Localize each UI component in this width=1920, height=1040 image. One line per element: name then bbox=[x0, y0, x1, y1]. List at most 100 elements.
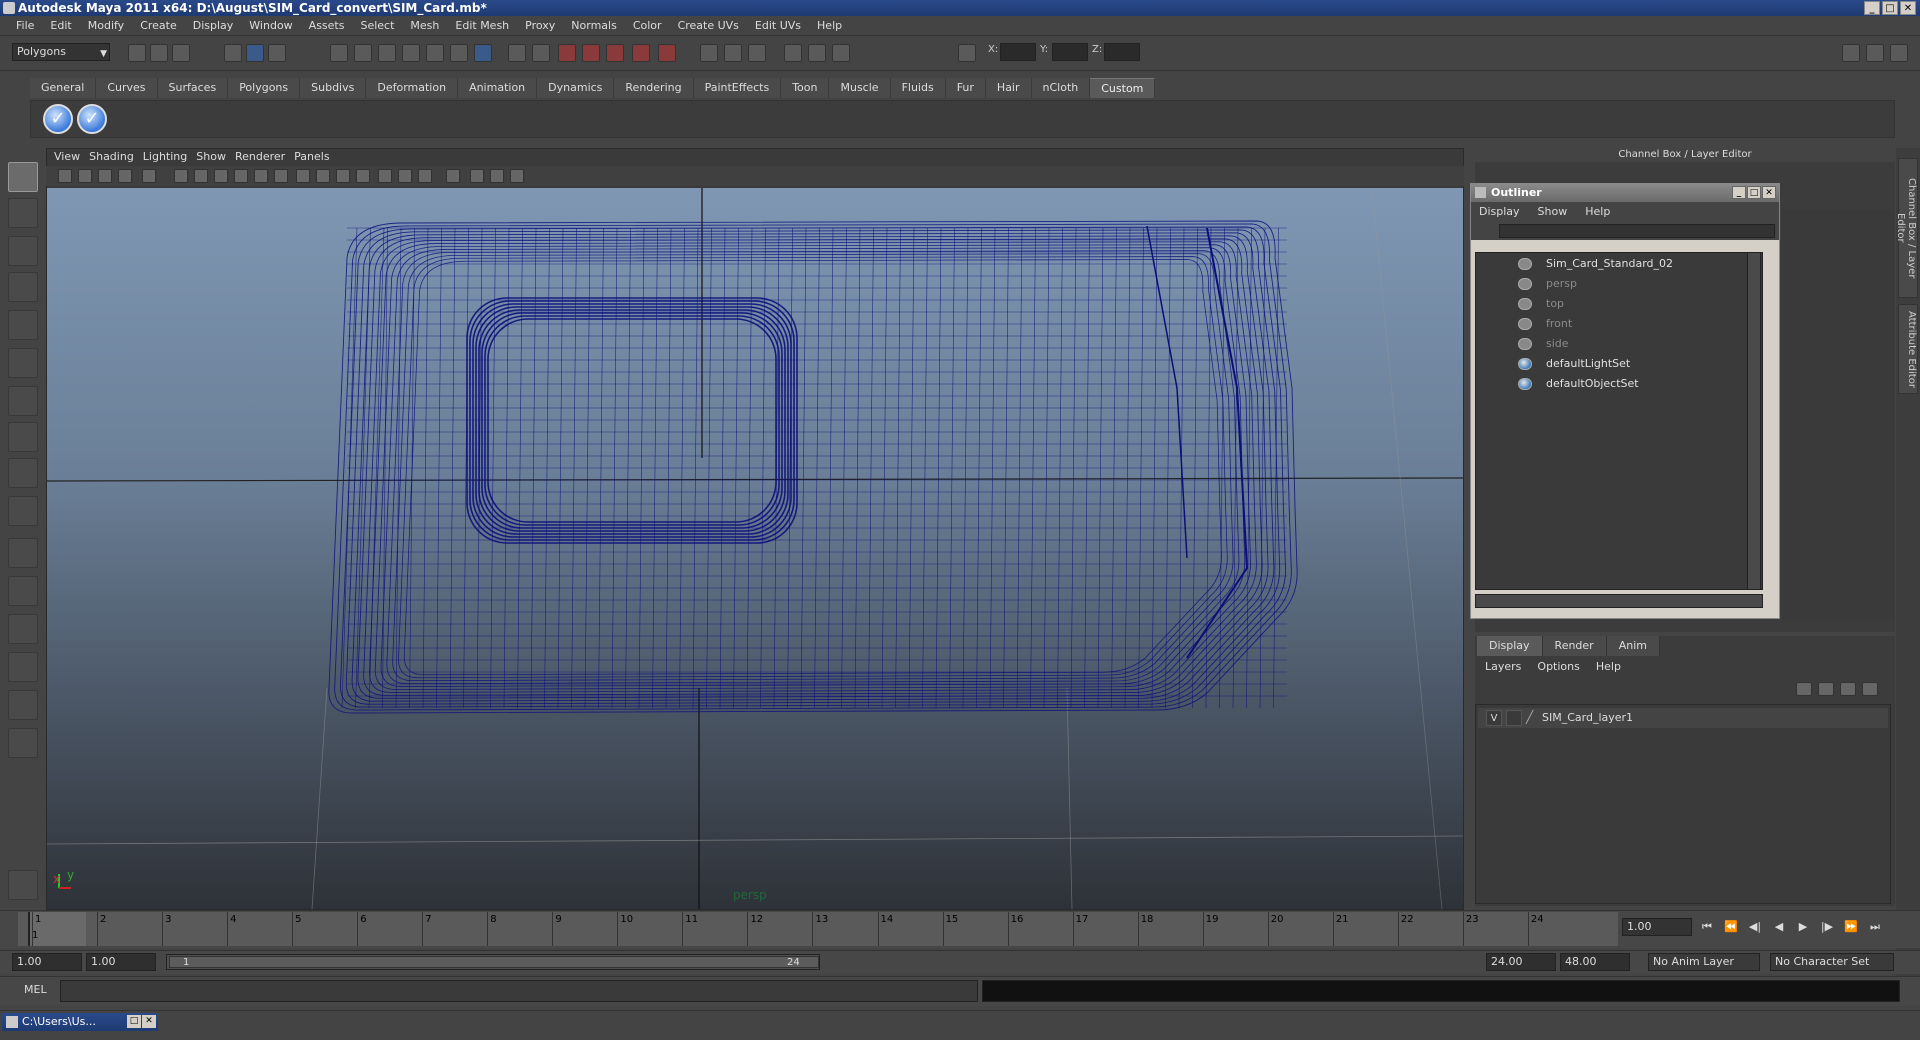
shelf-tab-custom[interactable]: Custom bbox=[1090, 78, 1156, 98]
playback-end-field[interactable]: 24.00 bbox=[1486, 953, 1556, 971]
move-tool-icon[interactable] bbox=[8, 272, 38, 302]
menu-window[interactable]: Window bbox=[241, 19, 300, 32]
field-chart-icon[interactable] bbox=[234, 169, 248, 183]
soft-mod-tool-icon[interactable] bbox=[8, 422, 38, 452]
go-to-end-icon[interactable]: ⏭ bbox=[1866, 920, 1884, 934]
snap-grid-icon[interactable] bbox=[330, 44, 348, 62]
go-to-start-icon[interactable]: ⏮ bbox=[1698, 920, 1716, 934]
isolate-select-icon[interactable] bbox=[446, 169, 460, 183]
anim-layer-dropdown[interactable]: No Anim Layer bbox=[1648, 953, 1760, 971]
y-field[interactable] bbox=[1052, 43, 1088, 61]
rotate-tool-icon[interactable] bbox=[8, 310, 38, 340]
minimize-button[interactable]: _ bbox=[1864, 1, 1880, 15]
start-time-field[interactable]: 1.00 bbox=[12, 953, 82, 971]
current-frame-field[interactable]: 1.00 bbox=[1622, 918, 1692, 936]
outliner-close-button[interactable]: ✕ bbox=[1762, 186, 1776, 199]
restore-button[interactable]: □ bbox=[127, 1015, 141, 1028]
menu-create[interactable]: Create bbox=[132, 19, 185, 32]
select-by-hierarchy-icon[interactable] bbox=[224, 44, 242, 62]
layout-dope-icon[interactable] bbox=[8, 728, 38, 758]
sculpt-icon[interactable] bbox=[8, 870, 38, 900]
shelf-tab-curves[interactable]: Curves bbox=[96, 78, 158, 98]
shelf-tab-surfaces[interactable]: Surfaces bbox=[157, 78, 229, 98]
maximize-button[interactable]: □ bbox=[1882, 1, 1898, 15]
layout-four-icon[interactable] bbox=[8, 576, 38, 606]
new-layer-icon[interactable] bbox=[1796, 682, 1812, 696]
new-layer-selected-icon[interactable] bbox=[1818, 682, 1834, 696]
layout-single-icon[interactable] bbox=[8, 538, 38, 568]
lasso-tool-icon[interactable] bbox=[8, 198, 38, 228]
z-field[interactable] bbox=[1104, 43, 1140, 61]
shelf-tab-ncloth[interactable]: nCloth bbox=[1031, 78, 1091, 98]
layer-tab-display[interactable]: Display bbox=[1477, 636, 1543, 656]
menu-modify[interactable]: Modify bbox=[80, 19, 132, 32]
menu-edit-mesh[interactable]: Edit Mesh bbox=[447, 19, 517, 32]
step-back-frame-icon[interactable]: ◀| bbox=[1746, 920, 1764, 934]
menu-edit-uvs[interactable]: Edit UVs bbox=[747, 19, 809, 32]
menu-select[interactable]: Select bbox=[352, 19, 402, 32]
menu-display[interactable]: Display bbox=[185, 19, 242, 32]
menu-proxy[interactable]: Proxy bbox=[517, 19, 563, 32]
help-icon[interactable] bbox=[474, 44, 492, 62]
layer-color-swatch[interactable]: ╱ bbox=[1526, 710, 1533, 724]
character-set-dropdown[interactable]: No Character Set bbox=[1770, 953, 1894, 971]
menu-create-uvs[interactable]: Create UVs bbox=[670, 19, 747, 32]
outliner-minimize-button[interactable]: _ bbox=[1732, 186, 1746, 199]
save-scene-icon[interactable] bbox=[172, 44, 190, 62]
layout-hypershade-icon[interactable] bbox=[8, 690, 38, 720]
play-forward-icon[interactable]: ▶ bbox=[1794, 920, 1812, 934]
safe-action-icon[interactable] bbox=[254, 169, 268, 183]
tab-channel-box[interactable]: Channel Box / Layer Editor bbox=[1895, 158, 1918, 298]
end-time-field[interactable]: 48.00 bbox=[1560, 953, 1630, 971]
toggle-channel-box-icon[interactable] bbox=[748, 44, 766, 62]
toggle-shelf-icon[interactable] bbox=[808, 44, 826, 62]
outliner-horizontal-scrollbar[interactable] bbox=[1475, 594, 1763, 608]
outliner-vertical-scrollbar[interactable] bbox=[1747, 252, 1761, 590]
time-ruler[interactable]: 1 2 3 4 5 6 7 8 9 10 11 12 13 14 15 16 17 18 19 20 21 22 23 24 1 bbox=[18, 912, 1618, 946]
hypershade-icon[interactable] bbox=[632, 44, 650, 62]
layer-type-toggle[interactable] bbox=[1506, 710, 1522, 726]
viewport-menu-renderer[interactable]: Renderer bbox=[235, 148, 294, 166]
absolute-transform-icon[interactable] bbox=[958, 44, 976, 62]
gate-mask-icon[interactable] bbox=[214, 169, 228, 183]
layout-graph-icon[interactable] bbox=[8, 652, 38, 682]
toggle-channel-icon[interactable] bbox=[1890, 44, 1908, 62]
resolution-gate-icon[interactable] bbox=[194, 169, 208, 183]
shelf-tab-hair[interactable]: Hair bbox=[985, 78, 1032, 98]
toggle-attribute-icon[interactable] bbox=[700, 44, 718, 62]
outliner-menu-help[interactable]: Help bbox=[1585, 202, 1628, 222]
manipulator-tool-icon[interactable] bbox=[8, 386, 38, 416]
layer-tab-render[interactable]: Render bbox=[1542, 636, 1607, 656]
wire-on-shaded-icon[interactable] bbox=[336, 169, 350, 183]
menu-set-selector[interactable]: Polygons ▼ bbox=[12, 43, 110, 61]
step-forward-frame-icon[interactable]: |▶ bbox=[1818, 920, 1836, 934]
viewport-menu-view[interactable]: View bbox=[54, 148, 89, 166]
layout-outliner-icon[interactable] bbox=[8, 614, 38, 644]
input-ops-icon[interactable] bbox=[508, 44, 526, 62]
shelf-tab-dynamics[interactable]: Dynamics bbox=[537, 78, 615, 98]
shelf-tab-deformation[interactable]: Deformation bbox=[366, 78, 459, 98]
select-tool-icon[interactable] bbox=[8, 162, 38, 192]
toggle-layer-icon[interactable] bbox=[832, 44, 850, 62]
menu-color[interactable]: Color bbox=[625, 19, 670, 32]
close-window-button[interactable]: ✕ bbox=[142, 1015, 156, 1028]
output-ops-icon[interactable] bbox=[532, 44, 550, 62]
viewport-menu-shading[interactable]: Shading bbox=[89, 148, 143, 166]
xray-icon[interactable] bbox=[470, 169, 484, 183]
toggle-tool-settings-icon[interactable] bbox=[724, 44, 742, 62]
camera-attr-icon[interactable] bbox=[78, 169, 92, 183]
outliner-item[interactable]: side bbox=[1476, 335, 1756, 353]
new-scene-icon[interactable] bbox=[128, 44, 146, 62]
snap-point-icon[interactable] bbox=[378, 44, 396, 62]
outliner-item[interactable]: defaultObjectSet bbox=[1476, 375, 1756, 393]
shelf-tab-subdivs[interactable]: Subdivs bbox=[300, 78, 367, 98]
shelf-tab-animation[interactable]: Animation bbox=[458, 78, 538, 98]
viewport-menu-lighting[interactable]: Lighting bbox=[143, 148, 196, 166]
range-slider[interactable]: 1 24 bbox=[166, 954, 820, 970]
layer-visibility-toggle[interactable]: V bbox=[1486, 710, 1502, 726]
shelf-tab-painteffects[interactable]: PaintEffects bbox=[693, 78, 782, 98]
select-by-object-icon[interactable] bbox=[246, 44, 264, 62]
shadows-icon[interactable] bbox=[418, 169, 432, 183]
camera-select-icon[interactable] bbox=[58, 169, 72, 183]
layer-menu-help[interactable]: Help bbox=[1596, 657, 1637, 677]
